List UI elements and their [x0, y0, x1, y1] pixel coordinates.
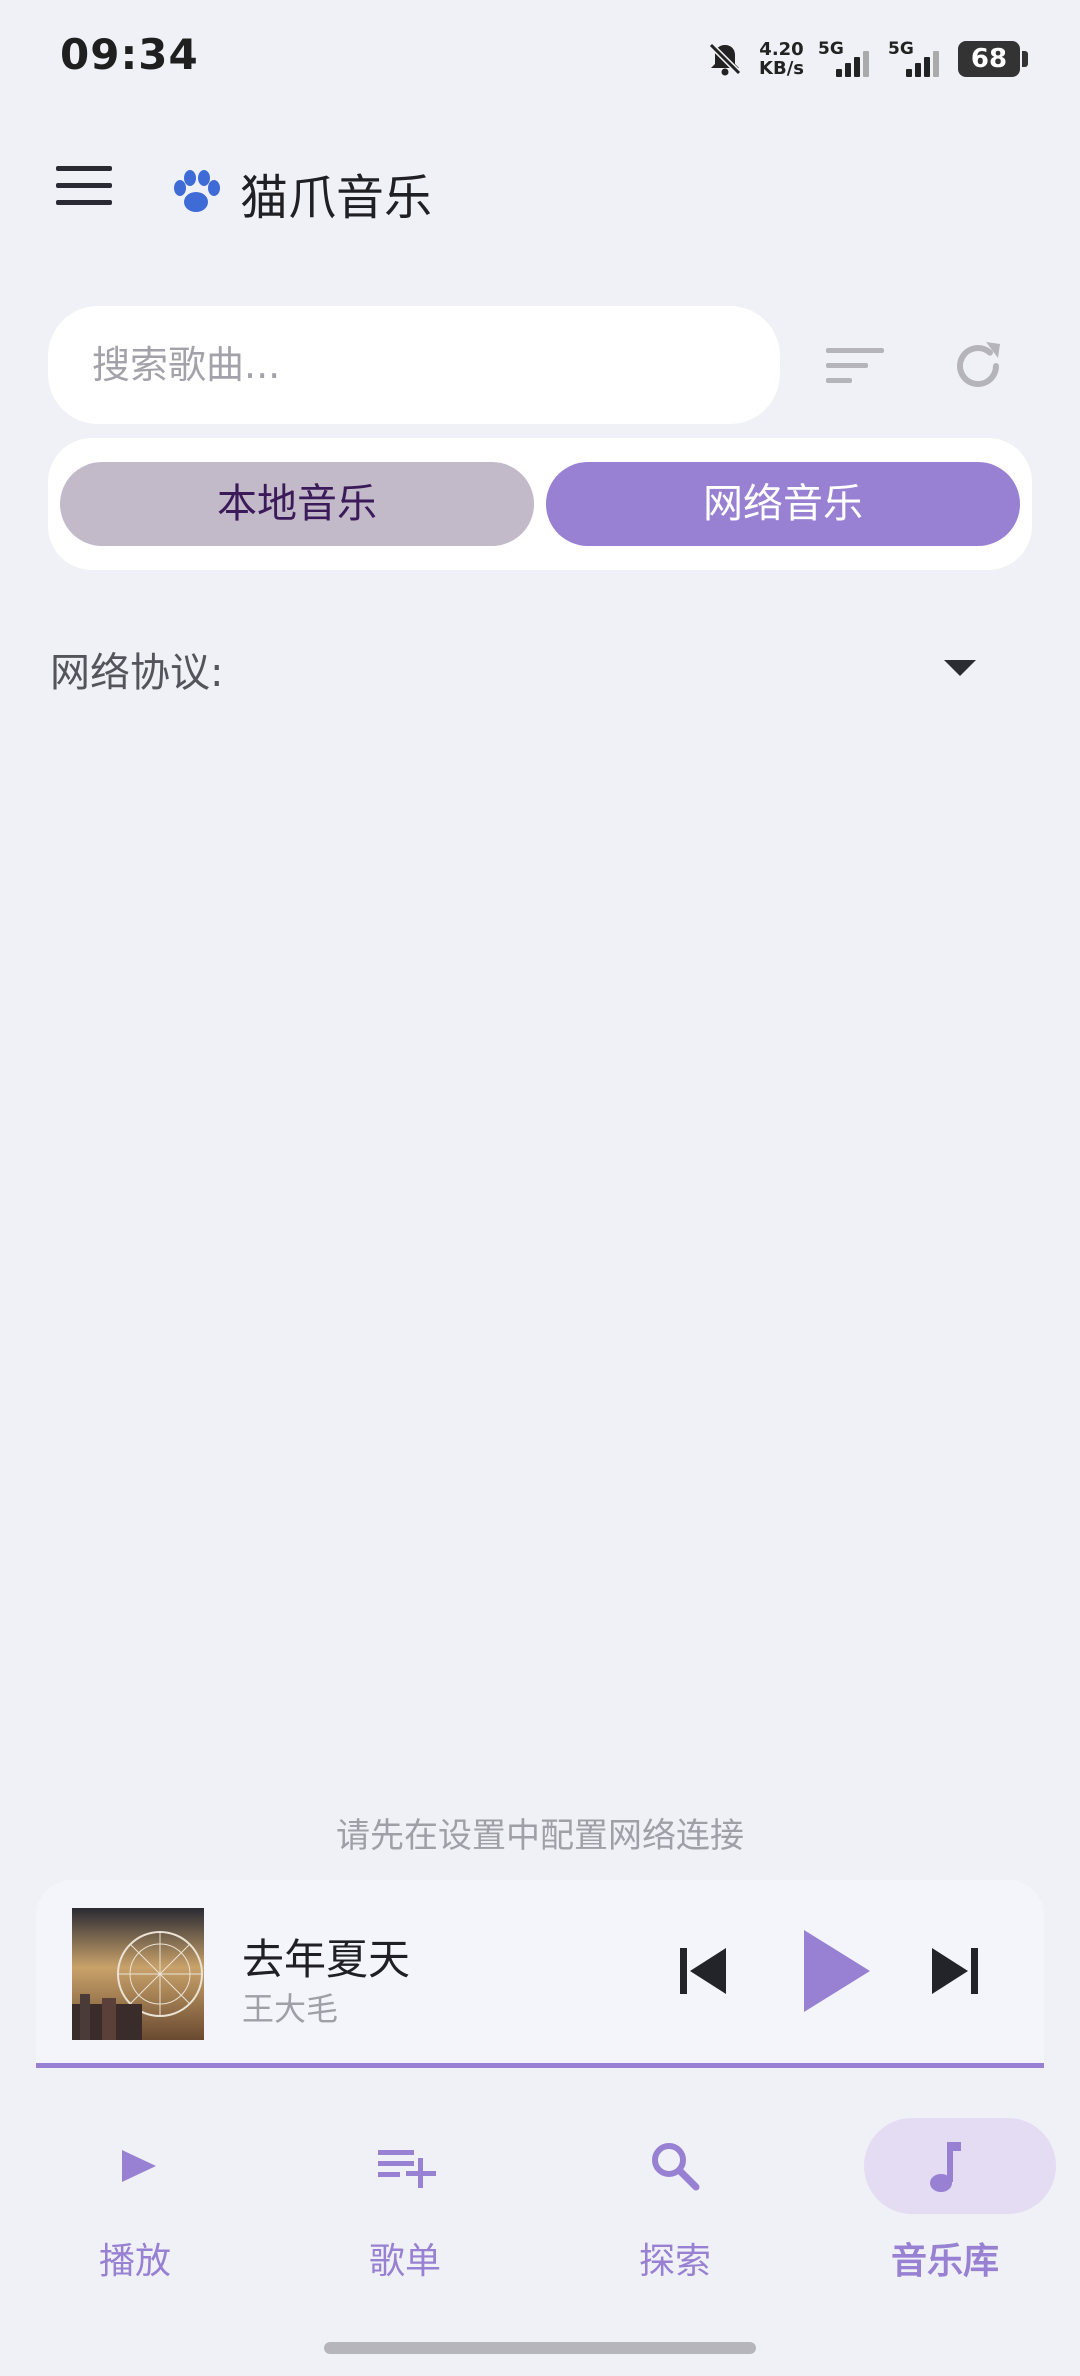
- network-hint: 请先在设置中配置网络连接: [336, 1816, 744, 1856]
- sort-button[interactable]: [826, 342, 886, 390]
- nav-label: 探索: [638, 2241, 711, 2282]
- battery-level: 68: [970, 44, 1008, 74]
- search-box: [48, 306, 780, 424]
- paw-icon: [174, 170, 220, 212]
- nav-playlist[interactable]: 歌单: [270, 2100, 540, 2300]
- bell-off-icon: [708, 42, 742, 76]
- net-speed: 4.20 KB/s: [759, 40, 804, 78]
- bottom-nav: 播放 歌单 探索 音乐库: [0, 2100, 1080, 2300]
- protocol-label: 网络协议:: [50, 650, 224, 696]
- tab-local-music[interactable]: 本地音乐: [60, 462, 534, 546]
- skip-previous-icon[interactable]: [674, 1942, 732, 2000]
- mini-player[interactable]: 去年夏天 王大毛: [36, 1880, 1044, 2066]
- play-icon[interactable]: [798, 1926, 874, 2016]
- status-icons: 4.20 KB/s 5G 5G 68: [705, 34, 1028, 84]
- song-title: 去年夏天: [242, 1935, 411, 1984]
- menu-button[interactable]: [56, 166, 112, 206]
- search-icon: [652, 2143, 700, 2191]
- app-bar: 猫爪音乐: [0, 140, 1080, 230]
- refresh-icon[interactable]: [946, 334, 1010, 398]
- signal-icon: 5G: [818, 39, 874, 79]
- dropdown-arrow-icon: [944, 660, 976, 676]
- app-title: 猫爪音乐: [240, 170, 433, 226]
- protocol-dropdown[interactable]: [930, 650, 990, 684]
- play-icon: [122, 2150, 156, 2182]
- song-artist: 王大毛: [242, 1990, 339, 2028]
- nav-label: 播放: [98, 2241, 171, 2282]
- battery-icon: 68: [958, 41, 1028, 77]
- nav-play[interactable]: 播放: [0, 2100, 270, 2300]
- album-cover[interactable]: [72, 1908, 204, 2040]
- signal-1-label: 5G: [818, 39, 844, 59]
- nav-explore[interactable]: 探索: [540, 2100, 810, 2300]
- status-bar: 09:34 4.20 KB/s 5G 5G 68: [0, 0, 1080, 120]
- net-speed-unit: KB/s: [759, 58, 804, 79]
- source-segment: 本地音乐 网络音乐: [48, 438, 1032, 570]
- search-input[interactable]: [90, 336, 734, 394]
- music-note-icon: [930, 2142, 961, 2192]
- nav-label: 音乐库: [890, 2241, 999, 2282]
- skip-next-icon[interactable]: [926, 1942, 984, 2000]
- net-speed-value: 4.20: [759, 39, 804, 60]
- playlist-add-icon: [378, 2150, 436, 2188]
- progress-bar[interactable]: [36, 2063, 1044, 2068]
- status-time: 09:34: [60, 30, 199, 79]
- signal-icon: 5G: [888, 39, 944, 79]
- signal-2-label: 5G: [888, 39, 914, 59]
- nav-label: 歌单: [368, 2241, 441, 2282]
- app-screen: 09:34 4.20 KB/s 5G 5G 68 猫爪音乐 搜索歌曲... 本地…: [0, 0, 1080, 2376]
- tab-network-music[interactable]: 网络音乐: [546, 462, 1020, 546]
- home-indicator[interactable]: [324, 2342, 756, 2354]
- nav-library[interactable]: 音乐库: [810, 2100, 1080, 2300]
